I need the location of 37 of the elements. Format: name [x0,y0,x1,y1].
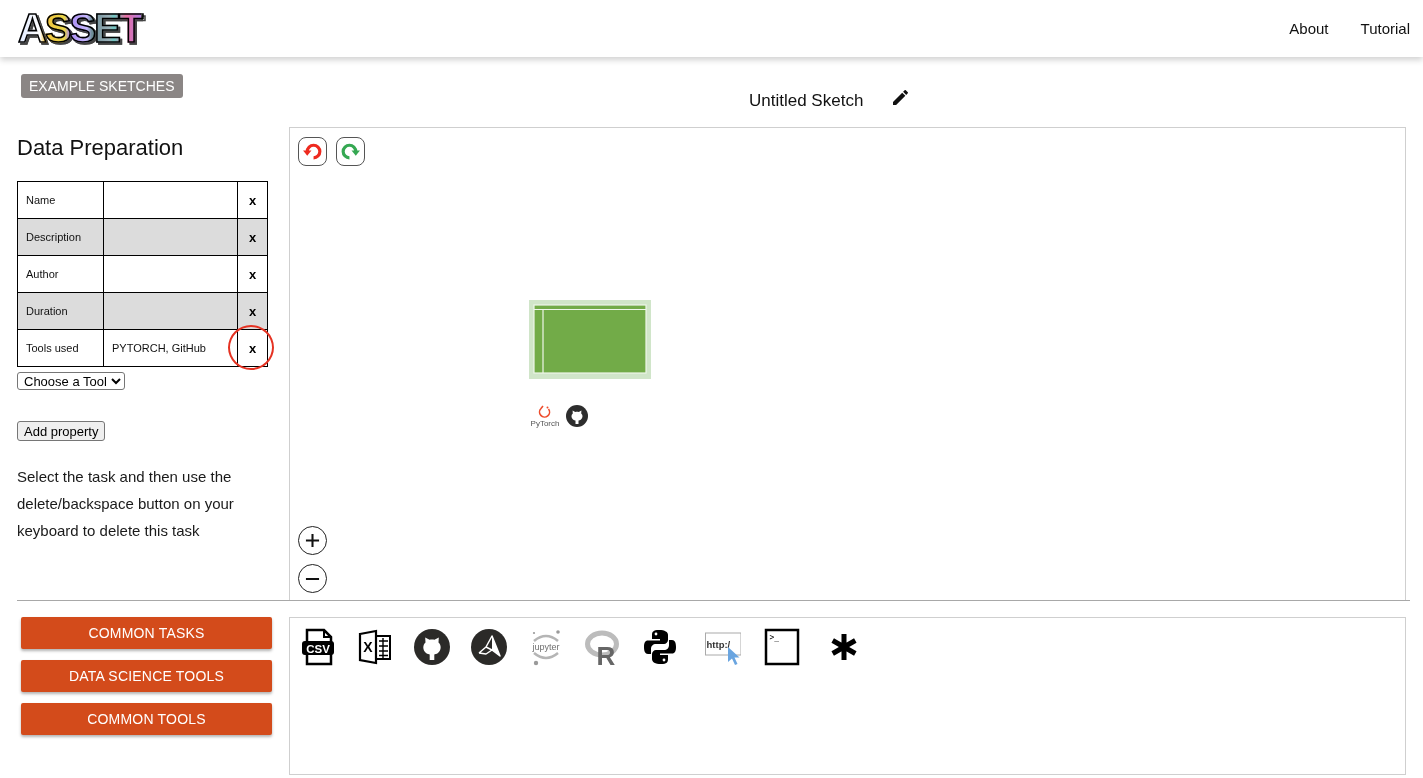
two-snakes-icon[interactable] [642,628,678,666]
plus-icon [305,533,320,548]
task-title: Data Preparation [17,134,185,161]
delete-property-button[interactable]: x [238,330,267,366]
sketch-canvas[interactable]: PyTorch [289,127,1406,600]
undo-icon [302,141,323,162]
property-name-cell: Tools used [17,329,104,367]
sketch-title: Untitled Sketch [749,91,864,111]
property-name-cell: Name [17,181,104,219]
redo-button[interactable] [336,137,365,166]
delete-property-button[interactable]: x [238,256,267,292]
property-name-cell: Description [17,218,104,256]
zoom-out-button[interactable] [298,564,327,593]
task-node[interactable] [529,300,651,379]
zoom-in-button[interactable] [298,526,327,555]
pencil-icon[interactable] [893,89,909,105]
cat-logo-icon [566,405,588,427]
delete-property-button[interactable]: x [238,219,267,255]
delete-property-button[interactable]: x [238,182,267,218]
minus-icon [305,577,320,580]
palette-button[interactable]: COMMON TOOLS [21,703,272,735]
peak-logo-icon[interactable] [471,628,507,666]
example-sketches-button[interactable]: EXAMPLE SKETCHES [21,74,183,98]
palette-button[interactable]: COMMON TASKS [21,617,272,649]
tool-select[interactable]: Choose a Tool [17,372,125,390]
delete-property-button[interactable]: x [238,293,267,329]
nav-link[interactable]: Tutorial [1360,20,1410,37]
property-name-cell: Author [17,255,104,293]
undo-button[interactable] [298,137,327,166]
redo-icon [340,141,361,162]
property-name-cell: Duration [17,292,104,330]
instruction-text: Select the task and then use the delete/backspace button on your keyboard to delete this task [17,467,235,541]
nav-link[interactable]: About [1289,20,1329,37]
add-property-button[interactable]: Add property [17,421,106,441]
terminal-icon[interactable]: >_ [764,628,800,666]
palette-button[interactable]: DATA SCIENCE TOOLS [21,660,272,692]
cat-logo-icon[interactable] [414,628,450,666]
